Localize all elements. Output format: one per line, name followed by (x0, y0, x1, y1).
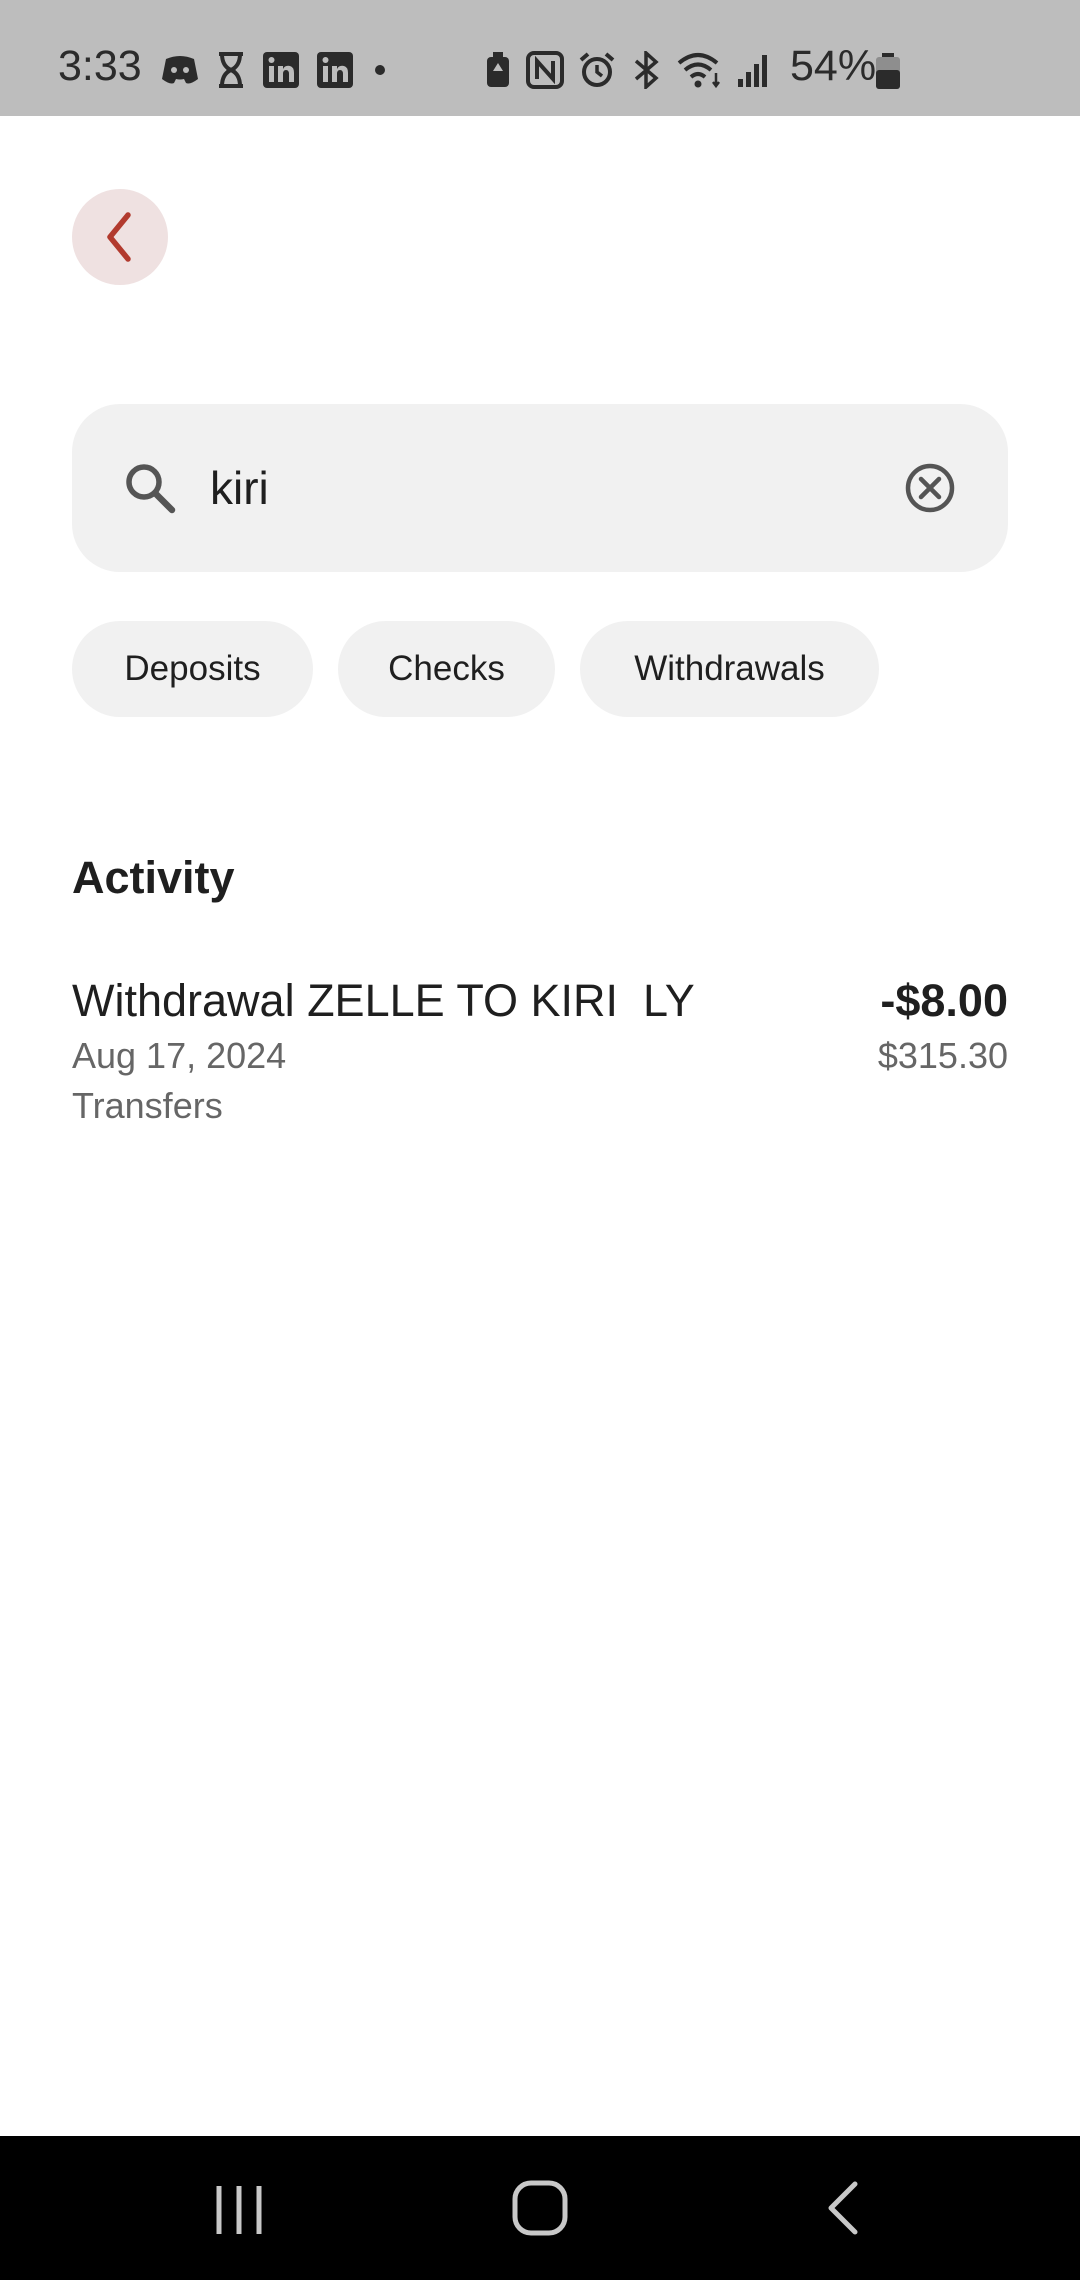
recents-icon[interactable] (213, 2184, 265, 2236)
filter-chip-checks[interactable]: Checks (338, 621, 555, 717)
transaction-description: Withdrawal ZELLE TO KIRI LY (72, 975, 695, 1026)
linkedin-icon (263, 52, 299, 88)
dot-icon (375, 65, 385, 75)
search-input[interactable] (210, 450, 850, 526)
linkedin-icon (317, 52, 353, 88)
signal-icon (738, 55, 767, 87)
search-box[interactable] (72, 404, 1008, 572)
wifi-icon (677, 53, 720, 89)
battery-percentage: 54% (790, 42, 877, 90)
back-button[interactable] (72, 189, 168, 285)
system-icons (484, 50, 772, 90)
transaction-balance: $315.30 (877, 1035, 1008, 1076)
transaction-row[interactable]: Withdrawal ZELLE TO KIRI LY Aug 17, 2024… (72, 965, 1008, 1135)
transaction-amount: -$8.00 (880, 975, 1008, 1026)
filter-chip-label: Withdrawals (634, 649, 825, 688)
filter-chip-withdrawals[interactable]: Withdrawals (580, 621, 879, 717)
hourglass-icon (219, 52, 243, 88)
transaction-date: Aug 17, 2024 (72, 1035, 287, 1076)
nfc-icon (526, 51, 564, 89)
transaction-category: Transfers (72, 1085, 223, 1126)
alarm-icon (579, 52, 615, 87)
filter-chip-label: Checks (388, 649, 505, 688)
filter-chip-deposits[interactable]: Deposits (72, 621, 313, 717)
home-icon[interactable] (512, 2180, 568, 2236)
status-bar: 3:33 54% (0, 0, 1080, 116)
navigation-bar (0, 2136, 1080, 2280)
clear-icon[interactable] (904, 462, 956, 514)
bluetooth-icon (634, 51, 659, 89)
battery-icon (876, 53, 900, 89)
filter-chip-label: Deposits (124, 649, 261, 688)
notification-icons (160, 50, 390, 90)
discord-icon (162, 56, 198, 84)
search-icon (126, 464, 176, 514)
battery-saver-icon (487, 52, 509, 87)
activity-heading: Activity (72, 852, 235, 903)
back-icon[interactable] (825, 2180, 861, 2236)
chevron-left-icon (107, 212, 131, 262)
status-time: 3:33 (58, 42, 142, 90)
